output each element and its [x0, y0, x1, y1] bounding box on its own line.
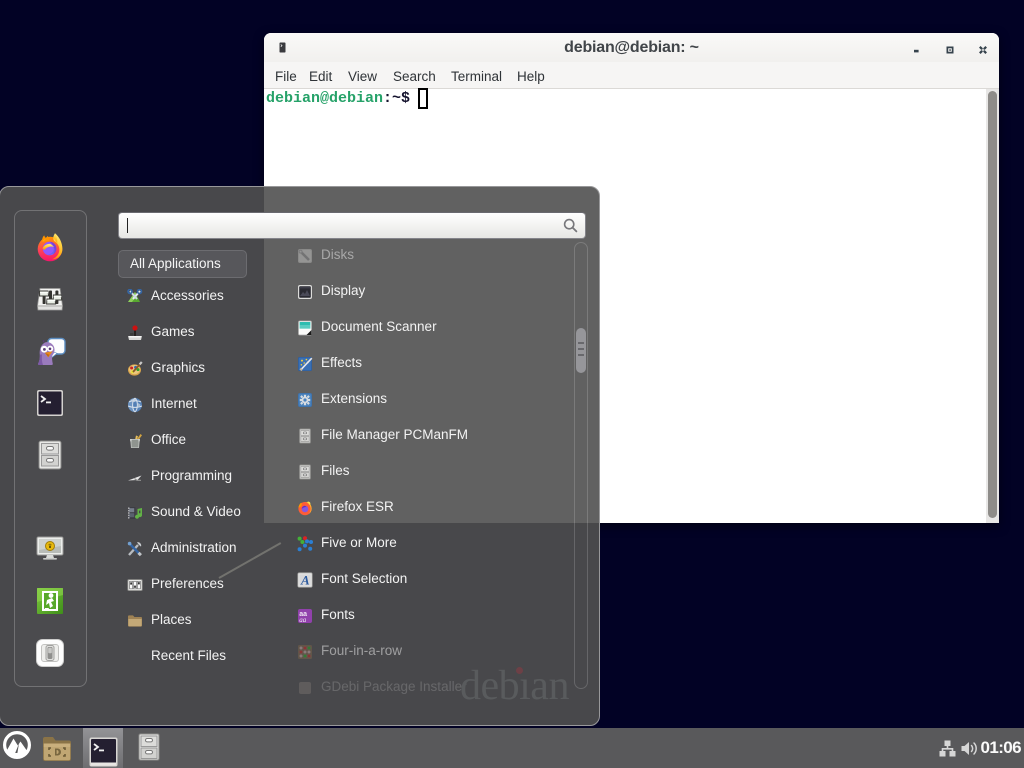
- svg-text:aa: aa: [299, 616, 307, 624]
- svg-text:A: A: [300, 573, 310, 588]
